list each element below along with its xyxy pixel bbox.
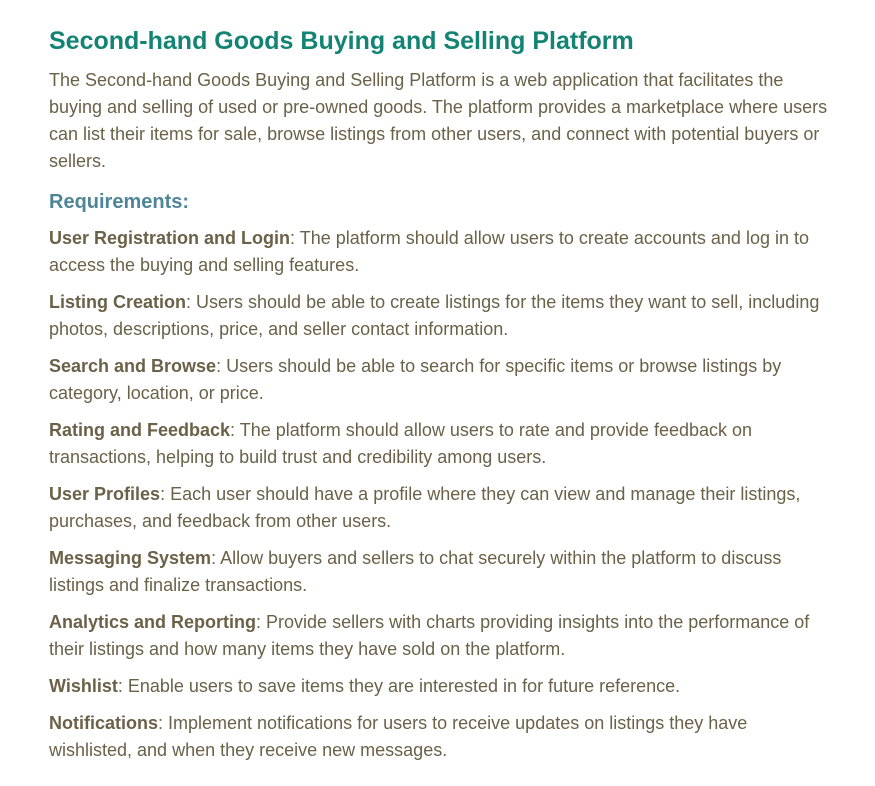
requirement-name: User Profiles xyxy=(49,484,161,504)
requirements-heading: Requirements: xyxy=(49,191,190,213)
requirement-search-browse: Search and Browse: Users should be able … xyxy=(49,353,835,407)
requirement-analytics-reporting: Analytics and Reporting: Provide sellers… xyxy=(49,609,835,663)
requirement-name: Listing Creation xyxy=(49,292,187,312)
document-page: Second-hand Goods Buying and Selling Pla… xyxy=(0,0,875,786)
page-title: Second-hand Goods Buying and Selling Pla… xyxy=(49,27,634,55)
requirement-name: Wishlist xyxy=(49,676,118,696)
requirement-name: Messaging System xyxy=(49,548,212,568)
requirement-name: Search and Browse xyxy=(49,356,217,376)
requirement-listing-creation: Listing Creation: Users should be able t… xyxy=(49,289,835,343)
requirement-description: : Enable users to save items they are in… xyxy=(117,676,681,696)
requirement-user-profiles: User Profiles: Each user should have a p… xyxy=(49,481,835,535)
requirement-name: Notifications xyxy=(49,713,159,733)
intro-paragraph: The Second-hand Goods Buying and Selling… xyxy=(49,70,828,171)
requirement-wishlist: Wishlist: Enable users to save items the… xyxy=(49,673,835,700)
requirement-description: : Each user should have a profile where … xyxy=(49,484,801,531)
requirement-name: Rating and Feedback xyxy=(49,420,231,440)
requirement-name: Analytics and Reporting xyxy=(49,612,257,632)
requirements-list: User Registration and Login: The platfor… xyxy=(49,225,835,764)
requirement-messaging-system: Messaging System: Allow buyers and selle… xyxy=(49,545,835,599)
requirement-rating-feedback: Rating and Feedback: The platform should… xyxy=(49,417,835,471)
requirement-name: User Registration and Login xyxy=(49,228,291,248)
requirement-notifications: Notifications: Implement notifications f… xyxy=(49,710,835,764)
requirement-user-registration: User Registration and Login: The platfor… xyxy=(49,225,835,279)
